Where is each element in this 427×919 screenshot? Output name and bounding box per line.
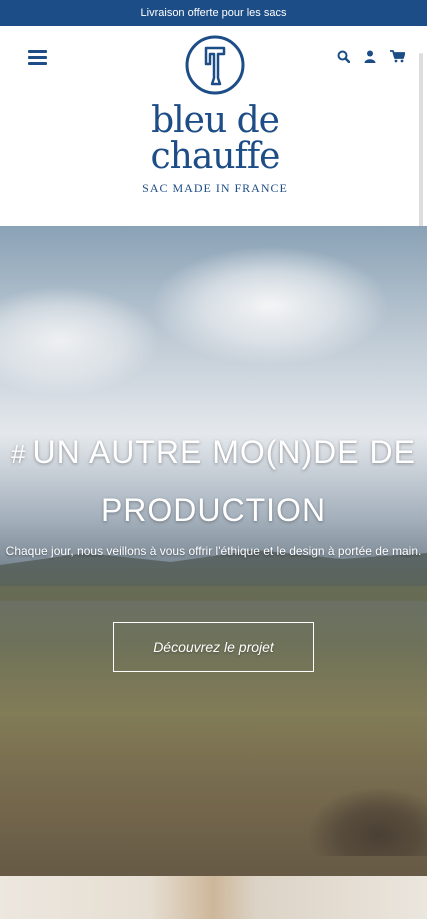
- user-icon[interactable]: [364, 50, 376, 63]
- wrench-logo-icon: [185, 35, 245, 95]
- discover-project-button[interactable]: Découvrez le projet: [113, 622, 314, 672]
- hero-rocks: [307, 786, 427, 856]
- site-header: bleu de chauffe SAC MADE IN FRANCE: [0, 26, 427, 236]
- hero-background-image: [150, 246, 390, 366]
- menu-icon[interactable]: [28, 48, 50, 66]
- hashtag-symbol: #: [11, 439, 27, 469]
- search-icon[interactable]: [337, 50, 350, 63]
- hero-banner: # UN AUTRE MO(N)DE DE PRODUCTION Chaque j…: [0, 226, 427, 876]
- hero-cloud: [0, 286, 160, 396]
- brand-logo[interactable]: bleu de chauffe SAC MADE IN FRANCE: [107, 34, 323, 196]
- brand-tagline: SAC MADE IN FRANCE: [142, 181, 288, 195]
- announcement-bar: Livraison offerte pour les sacs: [0, 0, 427, 26]
- brand-name: bleu de chauffe: [150, 100, 281, 177]
- announcement-text: Livraison offerte pour les sacs: [140, 7, 287, 19]
- hero-title: # UN AUTRE MO(N)DE DE PRODUCTION: [0, 424, 427, 538]
- cart-icon[interactable]: [390, 50, 405, 63]
- hero-subtitle: Chaque jour, nous veillons à vous offrir…: [5, 544, 422, 558]
- hero-title-text: UN AUTRE MO(N)DE DE PRODUCTION: [32, 434, 416, 528]
- next-section-image: [0, 876, 427, 919]
- scrollbar[interactable]: [419, 53, 423, 236]
